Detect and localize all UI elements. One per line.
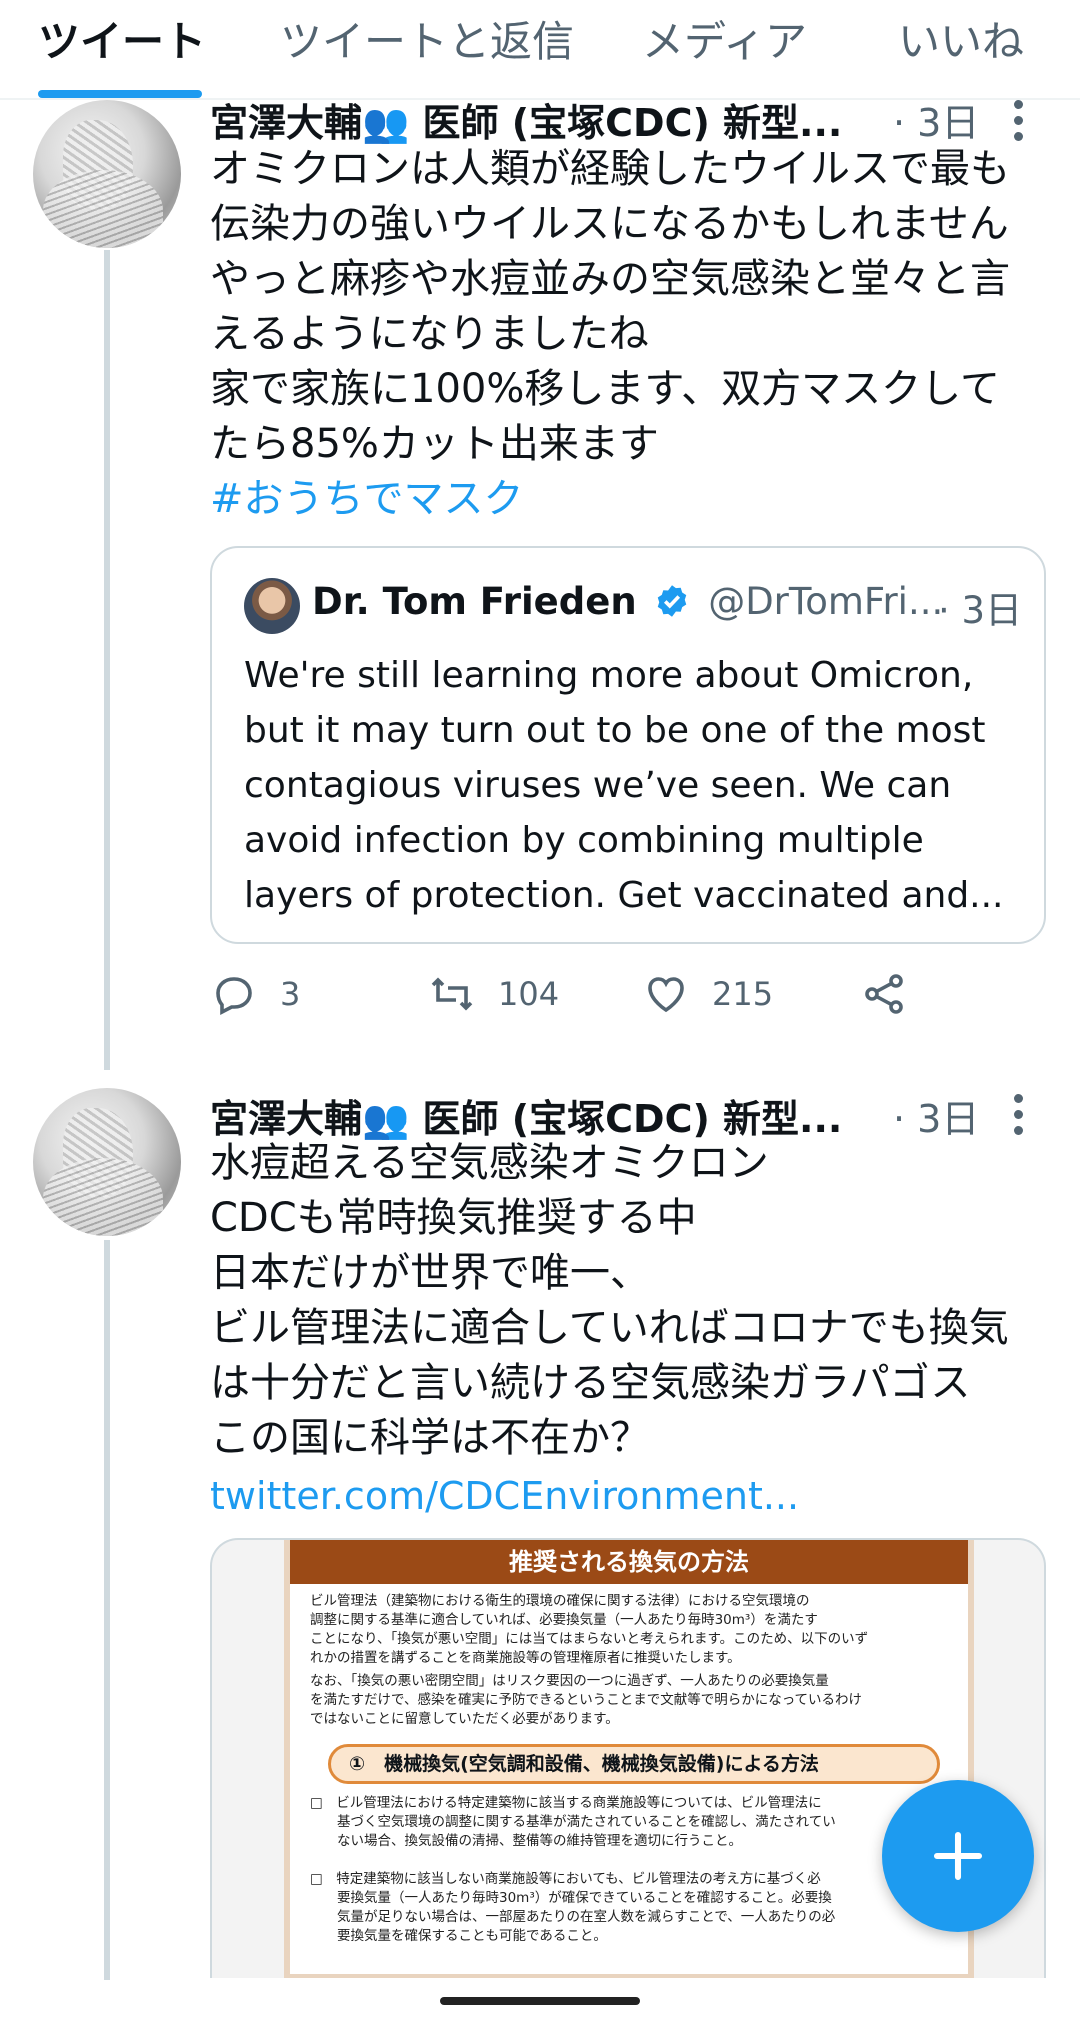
- author-name: 宮澤大輔👥 医師 (宝塚CDC) 新型...: [210, 101, 843, 145]
- document-bullet: □ 特定建築物に該当しない商業施設等においても、ビル管理法の考え方に基づく必 要…: [310, 1870, 960, 1946]
- document-line: 気量が足りない場合は、一部屋あたりの在室人数を減らすことで、一人あたりの必: [310, 1909, 836, 1925]
- tab-tweets-and-replies[interactable]: ツイートと返信: [280, 8, 574, 69]
- quoted-line: We're still learning more about Omicron,: [244, 655, 974, 696]
- document-section-heading: ① 機械換気(空気調和設備、機械換気設備)による方法: [328, 1744, 940, 1784]
- profile-tabs: ツイート ツイートと返信 メディア いいね: [0, 0, 1080, 100]
- tweet-line: 家で家族に100%移します、双方マスクして: [210, 366, 1000, 412]
- tweet-line: 日本だけが世界で唯一、: [210, 1250, 650, 1296]
- thread-line: [104, 250, 110, 1070]
- document-title: 推奨される換気の方法: [290, 1540, 968, 1584]
- tweet-text: オミクロンは人類が経験したウイルスで最も 伝染力の強いウイルスになるかもしれませ…: [210, 142, 1040, 527]
- tweet-line: CDCも常時換気推奨する中: [210, 1195, 697, 1241]
- document-bullet: □ ビル管理法における特定建築物に該当する商業施設等については、ビル管理法に 基…: [310, 1794, 960, 1851]
- avatar[interactable]: [33, 100, 181, 248]
- more-icon[interactable]: [1012, 100, 1024, 148]
- tweet-line: えるようになりましたね: [210, 311, 649, 357]
- tweet-line: は十分だと言い続ける空気感染ガラパゴス: [210, 1360, 971, 1406]
- reply-count: 3: [280, 975, 301, 1013]
- quoted-handle: @DrTomFri...: [708, 580, 944, 623]
- document-image: 推奨される換気の方法 ビル管理法（建築物における衛生的環境の確保に関する法律）に…: [284, 1540, 974, 1978]
- thread-line: [104, 1240, 110, 1980]
- document-line: □ 特定建築物に該当しない商業施設等においても、ビル管理法の考え方に基づく必: [310, 1871, 821, 1887]
- retweet-count: 104: [498, 975, 560, 1013]
- verified-badge-icon: [658, 585, 687, 617]
- tweet-line: この国に科学は不在か？: [210, 1415, 650, 1461]
- quoted-tweet[interactable]: Dr. Tom Frieden @DrTomFri... · 3日 We're …: [210, 546, 1046, 944]
- tweet-time[interactable]: · 3日: [893, 92, 979, 147]
- document-paragraph: ビル管理法（建築物における衛生的環境の確保に関する法律）における空気環境の 調整…: [310, 1592, 960, 1668]
- tab-media[interactable]: メディア: [642, 8, 807, 69]
- tab-likes[interactable]: いいね: [898, 8, 1024, 69]
- tweet-line: ビル管理法に適合していればコロナでも換気: [210, 1305, 1009, 1351]
- retweet-button[interactable]: 104: [428, 970, 559, 1018]
- tweet-author[interactable]: 宮澤大輔👥 医師 (宝塚CDC) 新型...: [210, 1088, 842, 1143]
- share-icon: [865, 974, 903, 1014]
- quoted-text: We're still learning more about Omicron,…: [244, 648, 1024, 923]
- document-border: [290, 1974, 968, 1978]
- document-line: 要換気量（一人あたり毎時30m³）が確保できていることを確認すること。必要換: [310, 1890, 832, 1906]
- active-tab-indicator: [38, 90, 202, 98]
- like-count: 215: [712, 975, 774, 1013]
- document-line: ことになり、「換気が悪い空間」には当てはまらないと考えられます。このため、以下の…: [310, 1631, 869, 1647]
- hashtag-link[interactable]: #おうちでマスク: [210, 472, 1040, 527]
- quoted-header: Dr. Tom Frieden @DrTomFri...: [312, 580, 943, 623]
- like-button[interactable]: 215: [642, 970, 773, 1018]
- home-indicator[interactable]: [440, 1997, 640, 2005]
- tweet-time[interactable]: · 3日: [893, 1088, 979, 1143]
- more-icon[interactable]: [1012, 1094, 1024, 1142]
- quoted-time: · 3日: [938, 589, 1023, 632]
- tweet-line: たら85%カット出来ます: [210, 421, 659, 467]
- share-button[interactable]: [860, 970, 930, 1018]
- document-line: れかの措置を講ずることを商業施設等の管理権原者に推奨いたします。: [310, 1650, 741, 1666]
- quoted-line: avoid infection by combining multiple: [244, 820, 924, 861]
- tweet-line: 水痘超える空気感染オミクロン: [210, 1140, 769, 1186]
- compose-tweet-button[interactable]: [882, 1780, 1034, 1932]
- tweet-line: 伝染力の強いウイルスになるかもしれません: [210, 201, 1009, 247]
- tweet-line: やっと麻疹や水痘並みの空気感染と堂々と言: [210, 256, 1010, 302]
- document-line: なお、「換気の悪い密閉空間」はリスク要因の一つに過ぎず、一人あたりの必要換気量: [310, 1673, 829, 1689]
- document-line: 基づく空気環境の調整に関する基準が満たされていることを確認し、満たされてい: [310, 1814, 836, 1830]
- reply-button[interactable]: 3: [210, 970, 300, 1018]
- quoted-author-name: Dr. Tom Frieden: [312, 580, 637, 623]
- reply-icon: [216, 977, 252, 1015]
- author-name: 宮澤大輔👥 医師 (宝塚CDC) 新型...: [210, 1097, 843, 1141]
- tweet-author[interactable]: 宮澤大輔👥 医師 (宝塚CDC) 新型...: [210, 92, 842, 147]
- document-line: ではないことに留意していただく必要があります。: [310, 1711, 619, 1727]
- document-paragraph: なお、「換気の悪い密閉空間」はリスク要因の一つに過ぎず、一人あたりの必要換気量 …: [310, 1672, 960, 1729]
- document-line: 調整に関する基準に適合していれば、必要換気量（一人あたり毎時30m³）を満たす: [310, 1612, 818, 1628]
- heart-icon: [648, 977, 684, 1013]
- tweet-link[interactable]: twitter.com/CDCEnvironment...: [210, 1474, 799, 1518]
- document-line: ビル管理法（建築物における衛生的環境の確保に関する法律）における空気環境の: [310, 1593, 810, 1609]
- quoted-line: but it may turn out to be one of the mos…: [244, 710, 986, 751]
- document-line: ない場合、換気設備の清掃、整備等の維持管理を適切に行うこと。: [310, 1833, 742, 1849]
- retweet-icon: [431, 977, 473, 1011]
- tweet-line: オミクロンは人類が経験したウイルスで最も: [210, 146, 1010, 192]
- document-line: 要換気量を確保することも可能であること。: [310, 1928, 607, 1944]
- quoted-avatar: [244, 578, 300, 634]
- tweet-actions: 3 104 215: [210, 970, 910, 1030]
- avatar[interactable]: [33, 1088, 181, 1236]
- document-line: を満たすだけで、感染を確実に予防できるということまで文献等で明らかになっているわ…: [310, 1692, 863, 1708]
- tab-tweets[interactable]: ツイート: [38, 8, 206, 69]
- tweet-text: 水痘超える空気感染オミクロン CDCも常時換気推奨する中 日本だけが世界で唯一、…: [210, 1136, 1040, 1466]
- document-line: □ ビル管理法における特定建築物に該当する商業施設等については、ビル管理法に: [310, 1795, 822, 1811]
- plus-icon: [933, 1831, 983, 1881]
- quoted-line: layers of protection. Get vaccinated and…: [244, 875, 1004, 916]
- quoted-line: contagious viruses we’ve seen. We can: [244, 765, 952, 806]
